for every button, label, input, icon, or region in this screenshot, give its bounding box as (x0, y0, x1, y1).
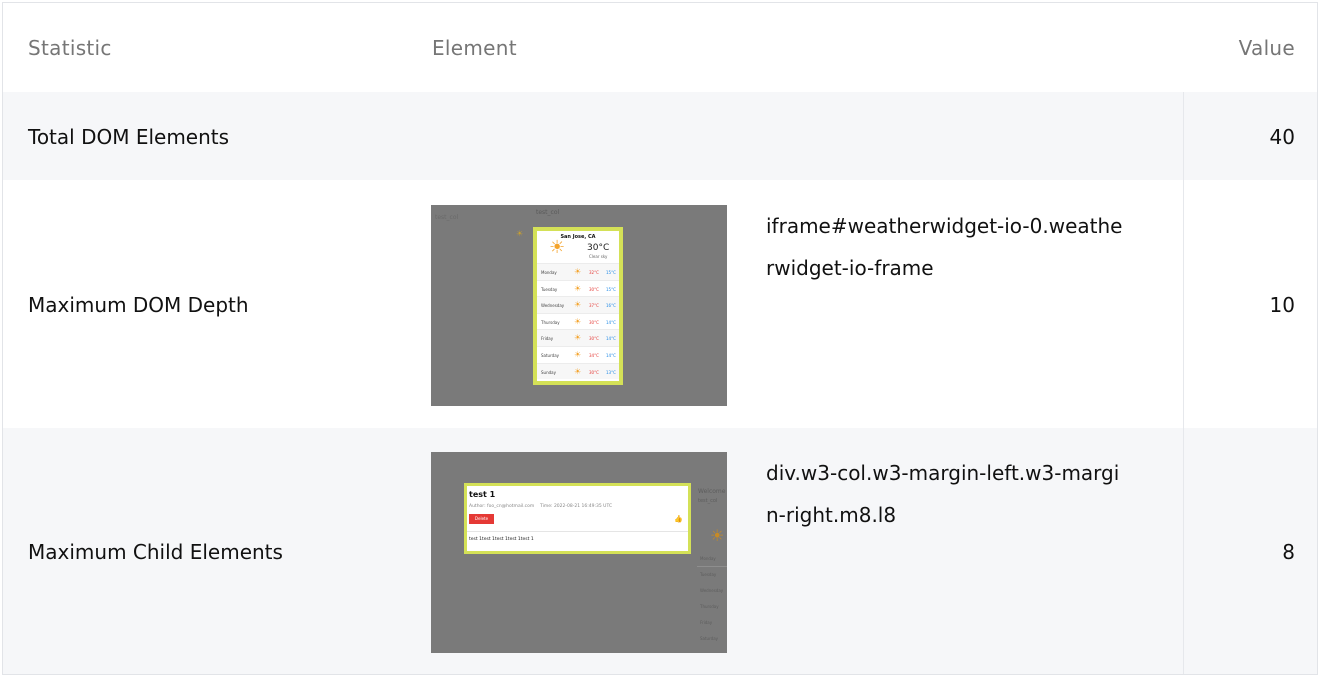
divider (697, 566, 727, 567)
forecast-row: Wednesday ☀ 37°C 16°C (537, 296, 619, 313)
thumb-top-text: test_col (536, 209, 560, 216)
highlight-frame: San Jose, CA ☀ 30°C Clear sky Monday ☀ 32°… (533, 227, 623, 385)
table-row: Maximum Child Elements test 1 Author: fo… (3, 428, 1317, 674)
forecast-row: Friday ☀ 30°C 14°C (537, 329, 619, 346)
forecast-row: Sunday ☀ 30°C 13°C (537, 362, 619, 380)
sun-icon: ☀ (574, 366, 582, 376)
sidebar-item: Tuesday (700, 572, 717, 577)
header-element: Element (432, 36, 517, 60)
sun-icon: ☀ (574, 267, 582, 276)
table-row: Maximum DOM Depth test_col test_col ☀ Sa… (3, 180, 1317, 428)
forecast-row: Thursday ☀ 30°C 14°C (537, 312, 619, 330)
header-statistic: Statistic (28, 36, 112, 60)
thumbs-up-icon: 👍 (674, 515, 683, 523)
forecast-day: Sunday (541, 369, 556, 375)
table-row: Total DOM Elements 40 (3, 92, 1317, 180)
statistic-label: Maximum DOM Depth (28, 293, 249, 317)
forecast-day: Wednesday (541, 303, 565, 309)
forecast-day: Monday (541, 270, 557, 275)
sun-icon: ☀ (516, 229, 524, 238)
sun-icon: ☀ (574, 333, 582, 343)
forecast-low: 14°C (606, 319, 616, 325)
sun-icon: ☀ (574, 316, 582, 326)
weather-temp: 30°C (587, 243, 610, 253)
statistic-label: Maximum Child Elements (28, 540, 283, 564)
sun-icon: ☀ (574, 283, 582, 293)
forecast-day: Tuesday (541, 286, 558, 292)
element-thumbnail-weather: test_col test_col ☀ San Jose, CA ☀ 30°C … (431, 205, 727, 406)
statistic-value: 8 (1282, 540, 1295, 564)
statistic-value: 10 (1269, 293, 1295, 317)
sun-icon: ☀ (549, 237, 566, 258)
column-divider (1183, 428, 1184, 674)
forecast-low: 15°C (606, 270, 616, 275)
sidebar-preview: Welcome test_col Monday Tuesday Wednesda… (697, 452, 727, 653)
delete-button: Delete (469, 514, 494, 524)
header-value: Value (1238, 36, 1295, 60)
statistic-label: Total DOM Elements (28, 125, 230, 149)
forecast-high: 30°C (589, 369, 599, 375)
sidebar-item: Saturday (700, 636, 719, 641)
weather-condition: Clear sky (589, 254, 608, 259)
element-selector: iframe#weatherwidget-io-0.weatherwidget-… (766, 214, 1123, 280)
forecast-low: 14°C (606, 352, 616, 358)
statistics-table: Statistic Element Value Total DOM Elemen… (2, 2, 1318, 675)
forecast-high: 30°C (589, 336, 599, 342)
statistic-value: 40 (1269, 125, 1295, 149)
post-author: Author: foo_cn@hotmail.com (469, 504, 535, 509)
divider (467, 531, 688, 532)
post-title: test 1 (469, 490, 496, 499)
post-body: test 1test 1test 1test 1test 1 (469, 537, 534, 542)
weather-widget: San Jose, CA ☀ 30°C Clear sky Monday ☀ 32°… (537, 231, 619, 381)
column-divider (1183, 180, 1184, 428)
forecast-row: Monday ☀ 32°C 15°C (537, 263, 619, 280)
highlight-frame: test 1 Author: foo_cn@hotmail.com Time: … (464, 483, 691, 554)
forecast-low: 15°C (606, 286, 616, 292)
forecast-day: Thursday (541, 319, 560, 325)
forecast-high: 32°C (589, 270, 599, 275)
sidebar-title: Welcome (698, 488, 726, 495)
table-header: Statistic Element Value (3, 3, 1317, 92)
forecast-high: 30°C (589, 286, 599, 292)
forecast-high: 30°C (589, 319, 599, 325)
sun-icon: ☀ (574, 349, 582, 359)
forecast-day: Saturday (541, 352, 560, 358)
sidebar-item: Friday (700, 620, 713, 625)
forecast-high: 34°C (589, 352, 599, 358)
sidebar-item: Monday (700, 556, 716, 561)
column-divider (1183, 92, 1184, 180)
post-time: Time: 2022-08-21 16:49:35 UTC (539, 504, 613, 509)
forecast-row: Tuesday ☀ 30°C 15°C (537, 279, 619, 297)
forecast-high: 37°C (589, 303, 599, 309)
thumb-corner-text: test_col (435, 214, 459, 221)
forecast-row: Saturday ☀ 34°C 14°C (537, 345, 619, 363)
sidebar-subtitle: test_col (698, 498, 718, 504)
sun-icon: ☀ (574, 300, 582, 310)
post-meta: Author: foo_cn@hotmail.com Time: 2022-08… (469, 504, 612, 509)
element-selector: div.w3-col.w3-margin-left.w3-margin-righ… (766, 461, 1120, 527)
forecast-low: 16°C (606, 303, 616, 309)
sidebar-item: Wednesday (700, 588, 724, 593)
forecast-day: Friday (541, 336, 554, 342)
sidebar-item: Thursday (700, 604, 719, 609)
forecast-low: 13°C (606, 369, 616, 375)
element-thumbnail-post: test 1 Author: foo_cn@hotmail.com Time: … (431, 452, 727, 653)
sun-icon: ☀ (710, 526, 725, 545)
forecast-low: 14°C (606, 336, 616, 342)
forecast-list: Monday ☀ 32°C 15°C Tuesday ☀ 30°C 15°C Wednesd… (537, 263, 619, 380)
post-card: test 1 Author: foo_cn@hotmail.com Time: … (467, 486, 688, 551)
